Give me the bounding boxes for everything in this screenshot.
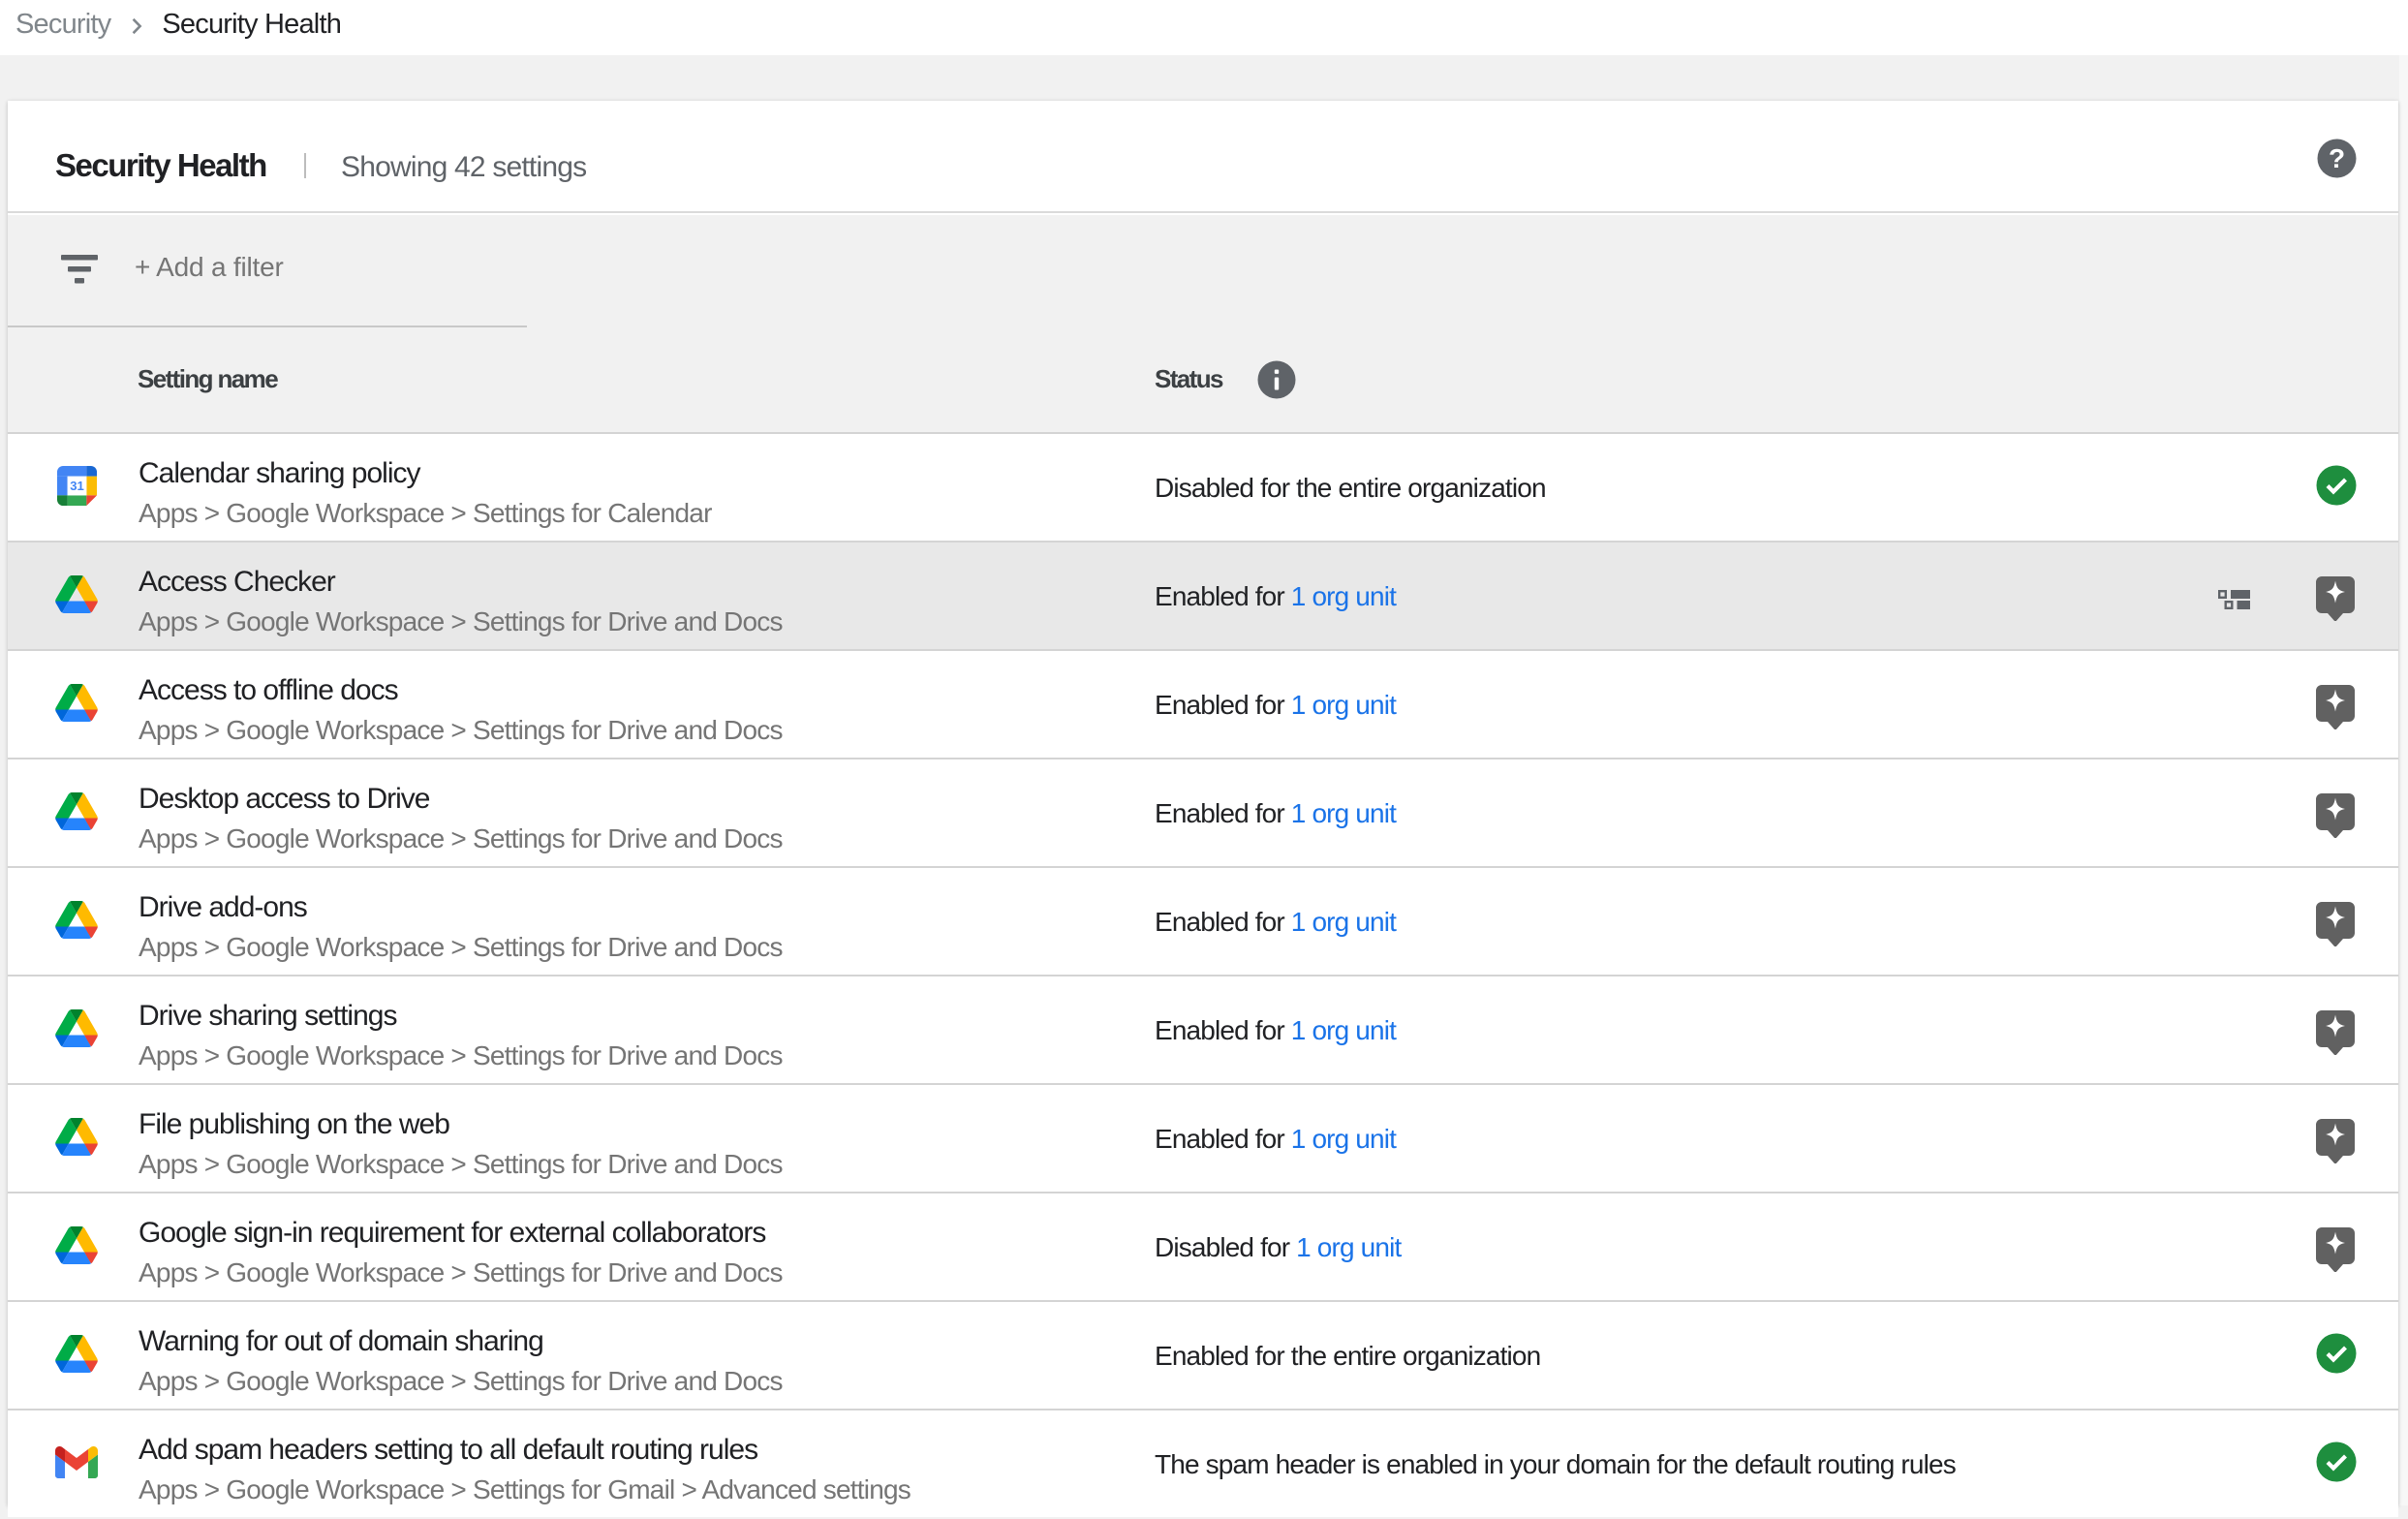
svg-text:?: ? xyxy=(2329,143,2345,173)
svg-text:31: 31 xyxy=(70,479,84,493)
